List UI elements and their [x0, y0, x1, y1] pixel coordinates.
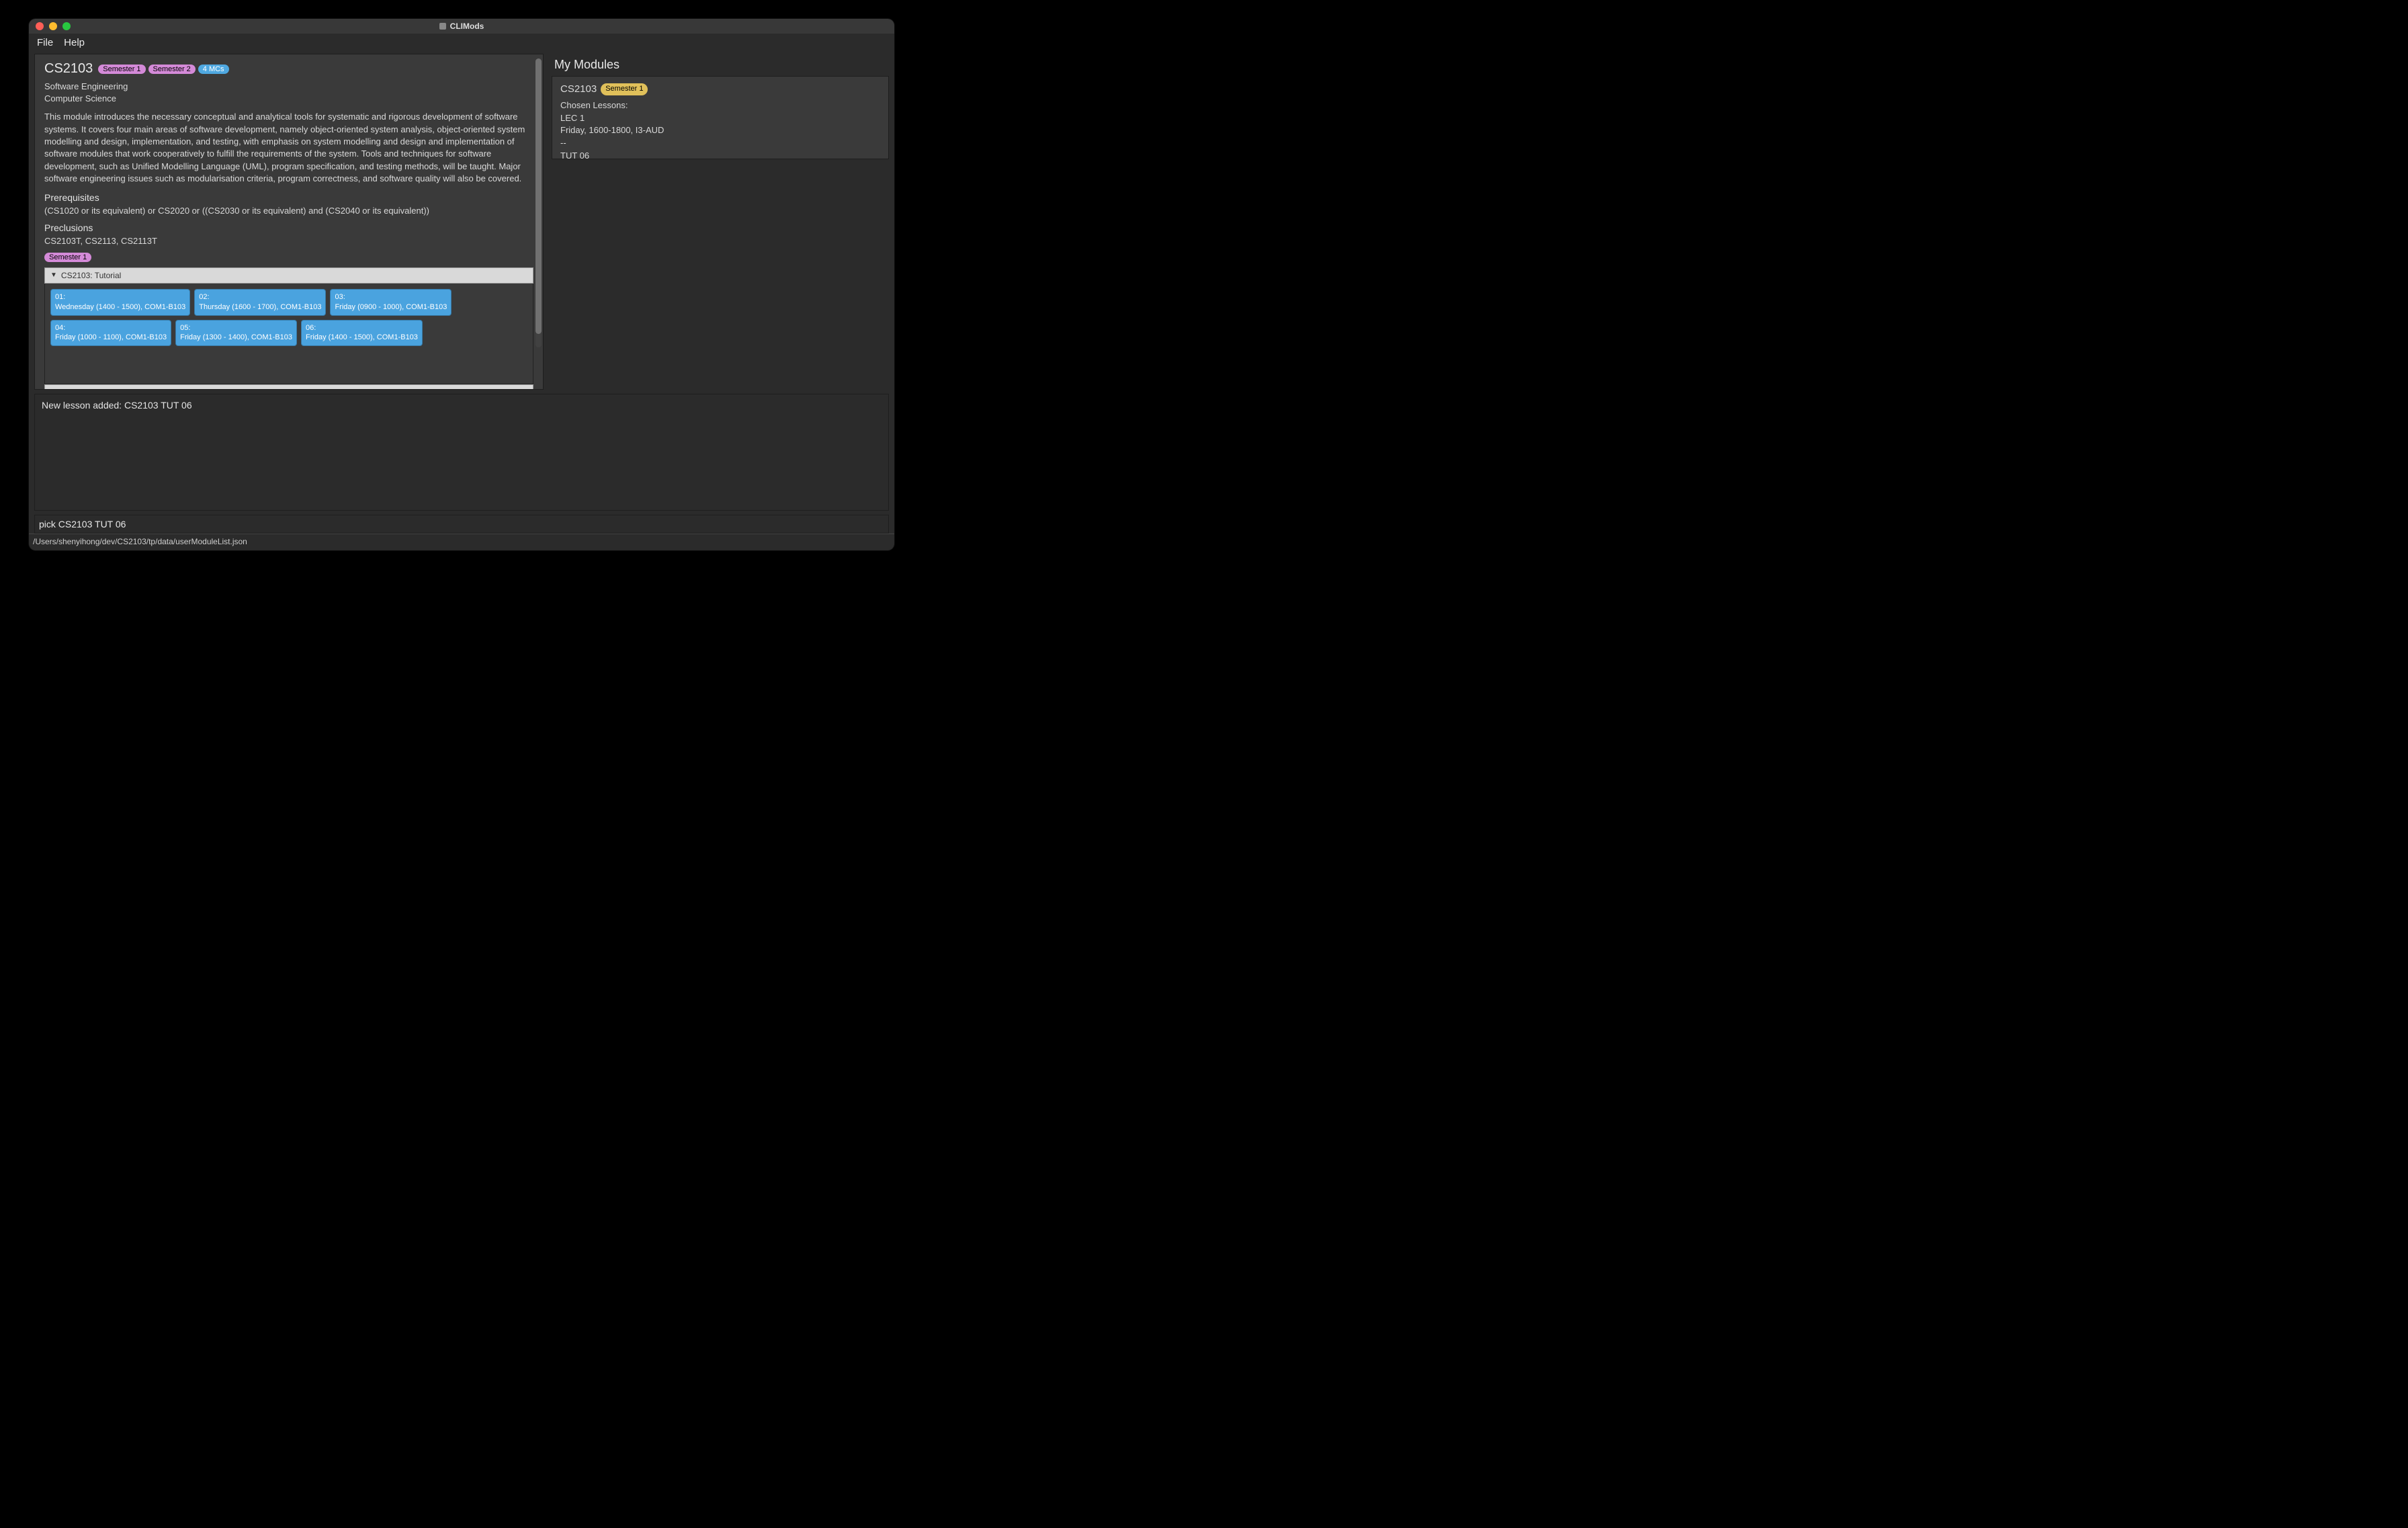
status-path: /Users/shenyihong/dev/CS2103/tp/data/use… [33, 537, 247, 546]
module-description: This module introduces the necessary con… [44, 111, 533, 185]
lesson-line: Friday, 1600-1800, I3-AUD [560, 124, 880, 137]
module-detail-pane: CS2103 Semester 1 Semester 2 4 MCs Softw… [34, 54, 544, 390]
tutorial-slot[interactable]: 06: Friday (1400 - 1500), COM1-B103 [301, 320, 423, 347]
slot-num: 01: [55, 292, 185, 302]
module-title: Software Engineering [44, 81, 533, 93]
tutorial-header-text: CS2103: Tutorial [61, 271, 121, 280]
scrollbar-thumb[interactable] [535, 58, 542, 334]
result-text: New lesson added: CS2103 TUT 06 [42, 400, 192, 411]
result-display: New lesson added: CS2103 TUT 06 [34, 394, 889, 511]
slot-detail: Friday (1400 - 1500), COM1-B103 [306, 333, 418, 341]
semester-2-pill: Semester 2 [148, 65, 196, 74]
prerequisites-label: Prerequisites [44, 192, 533, 203]
tutorial-slot[interactable]: 02: Thursday (1600 - 1700), COM1-B103 [194, 289, 326, 316]
titlebar: CLIMods [29, 19, 894, 34]
lecture-accordion-header[interactable]: ▶ CS2103: Lecture [44, 384, 533, 390]
window-title: CLIMods [29, 22, 894, 31]
main-content: CS2103 Semester 1 Semester 2 4 MCs Softw… [29, 51, 894, 390]
my-module-code: CS2103 [560, 82, 597, 97]
tutorial-slot[interactable]: 05: Friday (1300 - 1400), COM1-B103 [175, 320, 297, 347]
module-header: CS2103 Semester 1 Semester 2 4 MCs [44, 61, 533, 77]
tutorial-slots: 01: Wednesday (1400 - 1500), COM1-B103 0… [44, 284, 533, 384]
tutorial-slot[interactable]: 01: Wednesday (1400 - 1500), COM1-B103 [50, 289, 190, 316]
my-module-header: CS2103 Semester 1 [560, 82, 880, 97]
my-module-card: CS2103 Semester 1 Chosen Lessons: LEC 1 … [552, 76, 889, 159]
prerequisites-body: (CS1020 or its equivalent) or CS2020 or … [44, 206, 533, 216]
slot-detail: Friday (1000 - 1100), COM1-B103 [55, 333, 167, 341]
my-module-sem-pill: Semester 1 [601, 83, 648, 95]
chosen-lessons-label: Chosen Lessons: [560, 99, 880, 112]
slot-num: 04: [55, 323, 167, 333]
slot-num: 06: [306, 323, 418, 333]
menu-help[interactable]: Help [64, 37, 85, 48]
chevron-down-icon: ▼ [50, 271, 57, 279]
lesson-line: TUT 06 [560, 150, 880, 159]
chevron-right-icon: ▶ [50, 388, 56, 390]
semester-1-pill: Semester 1 [98, 65, 145, 74]
lesson-line: LEC 1 [560, 112, 880, 125]
command-box[interactable] [34, 515, 889, 534]
preclusions-body: CS2103T, CS2113, CS2113T [44, 236, 533, 246]
tutorial-accordion-header[interactable]: ▼ CS2103: Tutorial [44, 267, 533, 284]
bottom-area: New lesson added: CS2103 TUT 06 [29, 390, 894, 534]
slot-detail: Friday (0900 - 1000), COM1-B103 [335, 303, 447, 311]
command-input[interactable] [39, 519, 884, 529]
module-code: CS2103 [44, 61, 93, 77]
app-window: CLIMods File Help CS2103 Semester 1 Seme… [29, 19, 894, 550]
preclusions-label: Preclusions [44, 222, 533, 233]
window-title-text: CLIMods [450, 22, 484, 31]
menubar: File Help [29, 34, 894, 51]
slot-detail: Wednesday (1400 - 1500), COM1-B103 [55, 303, 185, 311]
slot-detail: Thursday (1600 - 1700), COM1-B103 [199, 303, 321, 311]
my-modules-pane: My Modules CS2103 Semester 1 Chosen Less… [552, 54, 889, 390]
tutorial-slot[interactable]: 04: Friday (1000 - 1100), COM1-B103 [50, 320, 171, 347]
slot-detail: Friday (1300 - 1400), COM1-B103 [180, 333, 292, 341]
credits-pill: 4 MCs [198, 65, 229, 74]
statusbar: /Users/shenyihong/dev/CS2103/tp/data/use… [29, 534, 894, 550]
lecture-header-text: CS2103: Lecture [60, 388, 120, 390]
slot-num: 02: [199, 292, 321, 302]
my-modules-title: My Modules [552, 54, 889, 76]
active-semester-pill: Semester 1 [44, 253, 91, 262]
menu-file[interactable]: File [37, 37, 53, 48]
app-icon [439, 23, 446, 30]
slot-num: 03: [335, 292, 447, 302]
lesson-line: -- [560, 137, 880, 150]
tutorial-slot[interactable]: 03: Friday (0900 - 1000), COM1-B103 [330, 289, 452, 316]
tutorial-accordion: ▼ CS2103: Tutorial 01: Wednesday (1400 -… [44, 267, 533, 390]
slot-num: 05: [180, 323, 292, 333]
module-dept: Computer Science [44, 93, 533, 105]
